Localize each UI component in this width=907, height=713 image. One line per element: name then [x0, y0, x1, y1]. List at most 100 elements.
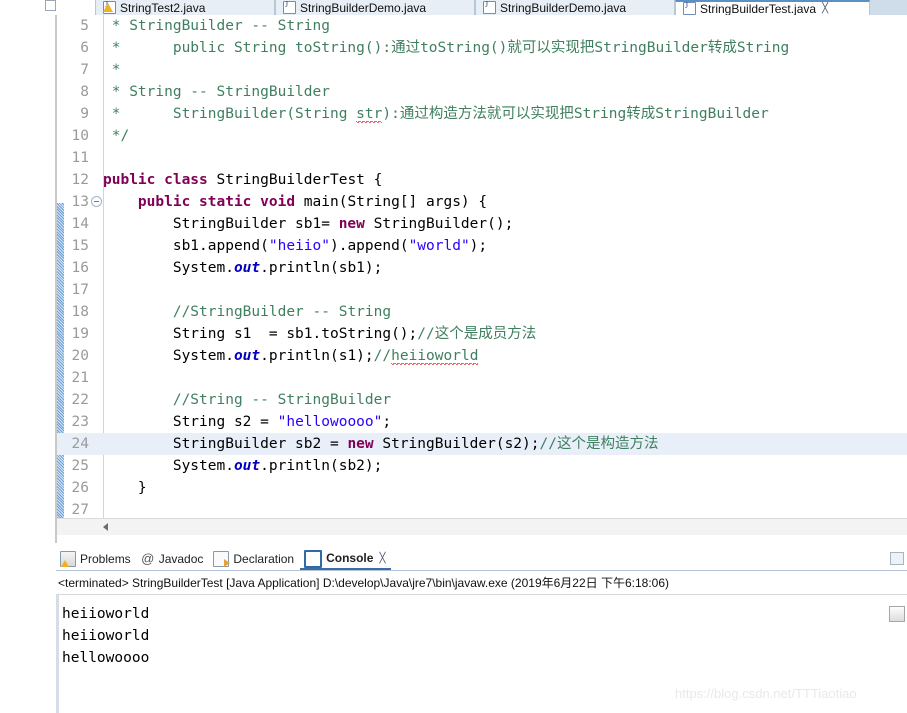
code-line[interactable]: 16 System.out.println(sb1); [57, 257, 907, 279]
code-line[interactable]: 9 * StringBuilder(String str):通过构造方法就可以实… [57, 103, 907, 125]
code-token: public class [103, 172, 217, 188]
code-token: System. [103, 260, 234, 276]
console-scroll-thumb[interactable] [889, 606, 905, 622]
watermark-text: https://blog.csdn.net/TTTiaotiao [675, 686, 857, 701]
line-number: 25 [71, 458, 89, 474]
editor-horizontal-scrollbar[interactable] [57, 518, 907, 535]
code-token: ):通过构造方法就可以实现把String转成StringBuilder [382, 106, 769, 122]
code-token: } [103, 480, 147, 496]
line-number: 10 [71, 128, 89, 144]
code-token: * StringBuilder -- String [103, 18, 330, 34]
editor-tab-3[interactable]: StringBuilderTest.java ╳ [675, 0, 870, 15]
editor-tab-0[interactable]: StringTest2.java [95, 0, 275, 15]
code-token: */ [103, 128, 130, 144]
java-source-editor[interactable]: 5 * StringBuilder -- String 6 * public St… [56, 15, 907, 543]
code-line[interactable]: 24 StringBuilder sb2 = new StringBuilder… [57, 433, 907, 455]
line-number: 24 [71, 436, 89, 452]
line-number: 21 [71, 370, 89, 386]
console-icon [304, 549, 323, 568]
declaration-icon [213, 551, 231, 567]
editor-bottom-edge [57, 535, 907, 543]
code-line[interactable]: 12 public class StringBuilderTest { [57, 169, 907, 191]
editor-code-area[interactable]: 5 * StringBuilder -- String 6 * public St… [57, 15, 907, 518]
code-token: str [356, 106, 383, 123]
console-status-line: <terminated> StringBuilderTest [Java App… [58, 576, 670, 590]
editor-tab-2[interactable]: StringBuilderDemo.java [475, 0, 675, 15]
panel-tab-label: Console [326, 551, 374, 565]
code-line[interactable]: 23 String s2 = "hellowoooo"; [57, 411, 907, 433]
code-token: //这个是成员方法 [417, 326, 537, 342]
editor-tab-bar: StringTest2.java StringBuilderDemo.java St… [0, 0, 907, 15]
panel-minimize-button[interactable] [890, 552, 904, 565]
line-number: 26 [71, 480, 89, 496]
java-file-icon [103, 0, 116, 14]
fold-collapse-icon[interactable] [91, 196, 102, 207]
code-line[interactable]: 8 * String -- StringBuilder [57, 81, 907, 103]
code-token: StringBuilder sb1= [103, 216, 339, 232]
close-icon[interactable]: ╳ [379, 553, 385, 564]
panel-tab-label: Javadoc [158, 552, 204, 566]
warning-triangle-icon [103, 3, 113, 12]
panel-tab-console[interactable]: Console ╳ [300, 548, 392, 570]
console-output-line: hellowoooo [62, 650, 150, 666]
editor-restore-box[interactable] [45, 0, 56, 11]
line-number: 17 [71, 282, 89, 298]
line-number: 27 [71, 502, 89, 518]
code-token: "world" [408, 238, 470, 254]
code-line[interactable]: 5 * StringBuilder -- String [57, 15, 907, 37]
line-number: 8 [80, 84, 89, 100]
panel-tab-bar: Problems @ Javadoc Declaration Console ╳ [56, 548, 907, 570]
javadoc-at-icon: @ [141, 551, 155, 566]
line-number: 15 [71, 238, 89, 254]
code-token: * [103, 62, 121, 78]
editor-tab-1[interactable]: StringBuilderDemo.java [275, 0, 475, 15]
java-file-icon [683, 2, 696, 15]
problems-icon [60, 551, 76, 567]
java-file-icon [283, 0, 296, 14]
code-token: public static void [137, 194, 304, 210]
line-number: 11 [71, 150, 89, 166]
code-line[interactable]: 6 * public String toString():通过toString(… [57, 37, 907, 59]
code-line[interactable]: 21 [57, 367, 907, 389]
code-token: StringBuilder(s2); [382, 436, 540, 452]
line-number: 18 [71, 304, 89, 320]
panel-tab-javadoc[interactable]: @ Javadoc [137, 548, 210, 570]
code-line[interactable]: 26 } [57, 477, 907, 499]
code-token: //StringBuilder -- String [172, 304, 392, 320]
code-token: .println(sb2); [260, 458, 383, 474]
code-line[interactable]: 20 System.out.println(s1);//heiioworld [57, 345, 907, 367]
code-line[interactable]: 25 System.out.println(sb2); [57, 455, 907, 477]
code-token: StringBuilder(); [373, 216, 514, 232]
code-token: * String -- StringBuilder [103, 84, 330, 100]
code-token: String s1 = sb1.toString(); [103, 326, 418, 342]
code-line[interactable]: 27 [57, 499, 907, 518]
code-token: new [347, 436, 383, 452]
code-token: ).append( [329, 238, 409, 254]
close-icon[interactable]: ╳ [822, 3, 828, 14]
code-line[interactable]: 22 //String -- StringBuilder [57, 389, 907, 411]
code-token: //String -- StringBuilder [172, 392, 392, 408]
code-line[interactable]: 11 [57, 147, 907, 169]
code-line[interactable]: 18 //StringBuilder -- String [57, 301, 907, 323]
workbench-left-margin [0, 0, 56, 713]
code-line[interactable]: 7 * [57, 59, 907, 81]
code-token: "hellowoooo" [277, 414, 383, 430]
code-line[interactable]: 17 [57, 279, 907, 301]
code-line[interactable]: 10 */ [57, 125, 907, 147]
editor-tab-label: StringBuilderDemo.java [300, 0, 427, 15]
code-line[interactable]: 14 StringBuilder sb1= new StringBuilder(… [57, 213, 907, 235]
code-line[interactable]: 19 String s1 = sb1.toString();//这个是成员方法 [57, 323, 907, 345]
panel-tab-declaration[interactable]: Declaration [209, 548, 300, 570]
code-line[interactable]: 15 sb1.append("heiio").append("world"); [57, 235, 907, 257]
panel-tab-label: Problems [80, 552, 131, 566]
panel-tab-label: Declaration [233, 552, 295, 566]
scroll-left-arrow-icon[interactable] [103, 523, 108, 531]
code-token: //这个是构造方法 [539, 436, 659, 452]
code-token: // [373, 348, 392, 364]
panel-tab-problems[interactable]: Problems [56, 548, 137, 570]
code-line[interactable]: 13 public static void main(String[] args… [57, 191, 907, 213]
code-token: System. [103, 348, 234, 364]
